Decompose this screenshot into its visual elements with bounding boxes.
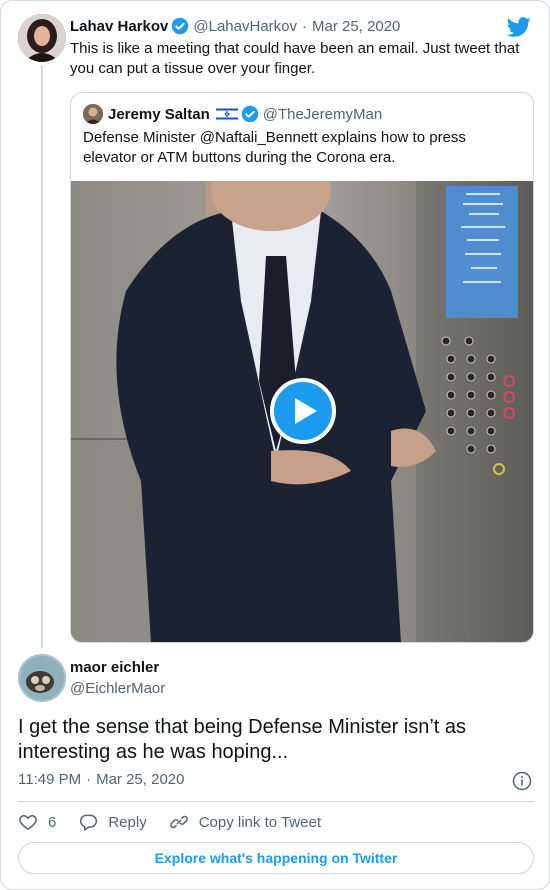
display-name[interactable]: maor eichler bbox=[70, 659, 159, 676]
video-player[interactable] bbox=[71, 181, 533, 642]
explore-button[interactable]: Explore what's happening on Twitter bbox=[18, 842, 534, 874]
quoted-tweet-text: Defense Minister @Naftali_Bennett explai… bbox=[83, 129, 466, 166]
copy-link-label: Copy link to Tweet bbox=[198, 813, 321, 831]
reply-bubble-icon bbox=[80, 814, 98, 831]
avatar[interactable] bbox=[18, 654, 66, 702]
play-icon bbox=[295, 398, 317, 424]
tweet-date[interactable]: Mar 25, 2020 bbox=[96, 771, 184, 788]
thread-connector-line bbox=[41, 65, 43, 648]
tweet-timestamp[interactable]: 11:49 PM · Mar 25, 2020 bbox=[18, 771, 184, 788]
tweet-text: I get the sense that being Defense Minis… bbox=[18, 716, 467, 763]
reply-label: Reply bbox=[108, 813, 147, 831]
tweet-time[interactable]: 11:49 PM bbox=[18, 771, 81, 788]
play-button[interactable] bbox=[270, 378, 336, 444]
separator: · bbox=[302, 17, 307, 35]
handle[interactable]: @LahavHarkov bbox=[193, 18, 297, 35]
handle[interactable]: @TheJeremyMan bbox=[263, 106, 382, 123]
tweet-actions: 6 Reply Copy link to Tweet bbox=[18, 811, 343, 833]
like-count: 6 bbox=[48, 813, 57, 831]
verified-badge-icon bbox=[171, 17, 189, 35]
tweet-text: This is like a meeting that could have b… bbox=[70, 40, 520, 77]
info-icon[interactable] bbox=[512, 771, 532, 791]
embedded-tweet-card: Lahav Harkov @LahavHarkov · Mar 25, 2020… bbox=[0, 0, 550, 890]
avatar[interactable] bbox=[18, 14, 66, 62]
quoted-tweet-header: Jeremy Saltan @TheJeremyMan bbox=[83, 104, 382, 124]
tweet-date[interactable]: Mar 25, 2020 bbox=[312, 18, 400, 35]
heart-icon bbox=[19, 814, 37, 830]
reply-button[interactable]: Reply bbox=[78, 812, 147, 832]
copy-link-button[interactable]: Copy link to Tweet bbox=[169, 812, 321, 832]
divider bbox=[18, 801, 534, 802]
link-icon bbox=[169, 815, 188, 829]
israel-flag-icon bbox=[215, 106, 238, 122]
display-name[interactable]: Jeremy Saltan bbox=[108, 106, 210, 123]
twitter-bird-icon[interactable] bbox=[506, 15, 531, 39]
verified-badge-icon bbox=[241, 105, 259, 123]
like-button[interactable]: 6 bbox=[18, 812, 56, 832]
handle[interactable]: @EichlerMaor bbox=[70, 680, 165, 697]
avatar[interactable] bbox=[83, 104, 103, 124]
parent-tweet-header: Lahav Harkov @LahavHarkov · Mar 25, 2020 bbox=[70, 16, 400, 36]
separator: · bbox=[86, 771, 92, 788]
display-name[interactable]: Lahav Harkov bbox=[70, 18, 168, 35]
quoted-tweet[interactable]: Jeremy Saltan @TheJeremyMan Defense Mini… bbox=[70, 92, 534, 643]
